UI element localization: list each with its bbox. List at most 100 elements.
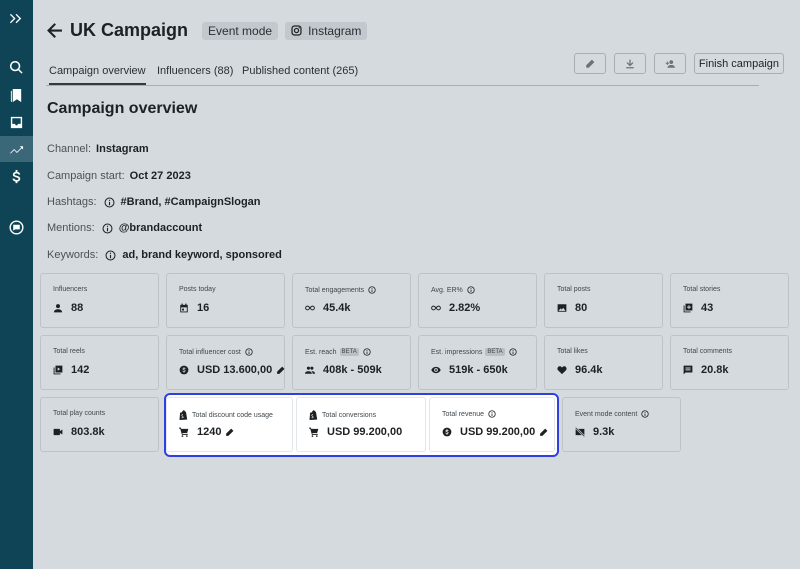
stat-card-total-revenue[interactable]: Total revenue USD 99.200,00 (429, 397, 555, 452)
stat-value: 43 (701, 302, 714, 314)
hashtags-label: Hashtags: (47, 196, 97, 208)
stat-label-row: Est. impressions BETA (431, 348, 517, 356)
tab-influencers[interactable]: Influencers (88) (157, 65, 233, 77)
channel-label: Channel: (47, 143, 92, 155)
stat-label: Total play counts (53, 410, 106, 417)
stat-value-row: 1240 (179, 426, 234, 438)
inbox-icon[interactable] (0, 109, 33, 135)
hidden-content-icon (575, 427, 585, 437)
stat-value-row: 803.8k (53, 426, 105, 438)
stories-icon (683, 303, 693, 313)
trending-campaigns-icon[interactable] (0, 136, 33, 162)
stat-value-row: 43 (683, 302, 713, 314)
info-icon[interactable] (245, 348, 253, 356)
info-icon[interactable] (363, 348, 371, 356)
stat-value: 803.8k (71, 426, 105, 438)
stat-card-avg-er[interactable]: Avg. ER% 2.82% (418, 273, 537, 328)
stat-label-row: Total revenue (442, 410, 496, 418)
stat-card-total-influencer-cost[interactable]: Total influencer cost USD 13.600,00 (166, 335, 285, 390)
stat-card-posts-today[interactable]: Posts today 16 (166, 273, 285, 328)
keywords-label: Keywords: (47, 249, 99, 261)
main-content: UK Campaign Event mode Instagram Finish … (33, 0, 800, 569)
stat-card-influencers[interactable]: Influencers 88 (40, 273, 159, 328)
stat-label: Total reels (53, 348, 85, 355)
stat-card-total-discount-code-usage[interactable]: Total discount code usage 1240 (166, 397, 293, 452)
bookmarks-icon[interactable] (0, 82, 33, 108)
campaign-start-value: Oct 27 2023 (129, 170, 191, 182)
stat-card-total-posts[interactable]: Total posts 80 (544, 273, 663, 328)
channel-value: Instagram (96, 143, 149, 155)
stat-label-row: Total engagements (305, 286, 376, 294)
stat-label: Event mode content (575, 410, 638, 418)
stat-label-row: Event mode content (575, 410, 649, 418)
info-icon[interactable] (641, 410, 649, 418)
stat-label: Total stories (683, 286, 721, 293)
stat-label: Total comments (683, 348, 733, 355)
back-arrow-icon[interactable] (46, 22, 64, 40)
dollar-icon[interactable] (0, 163, 33, 189)
channel-row: Channel: Instagram (47, 143, 149, 155)
eye-icon (431, 366, 441, 374)
mentions-label: Mentions: (47, 222, 95, 234)
info-icon[interactable] (102, 223, 113, 234)
mentions-row: Mentions: @brandaccount (47, 222, 202, 234)
keywords-value: ad, brand keyword, sponsored (122, 249, 282, 261)
stat-card-total-conversions[interactable]: Total conversions USD 99.200,00 (296, 397, 426, 452)
stat-card-total-engagements[interactable]: Total engagements 45.4k (292, 273, 411, 328)
shopify-icon (309, 410, 318, 420)
money-icon (179, 365, 189, 375)
tab-bar: Campaign overview Influencers (88) Publi… (46, 62, 759, 86)
stat-card-total-stories[interactable]: Total stories 43 (670, 273, 789, 328)
campaign-start-label: Campaign start: (47, 170, 125, 182)
sidebar (0, 0, 33, 569)
stat-value: 408k - 509k (323, 364, 382, 376)
stat-card-est-reach[interactable]: Est. reach BETA 408k - 509k (292, 335, 411, 390)
stat-card-total-likes[interactable]: Total likes 96.4k (544, 335, 663, 390)
tab-campaign-overview[interactable]: Campaign overview (49, 65, 146, 85)
people-icon (305, 366, 315, 374)
pencil-icon[interactable] (539, 428, 548, 437)
info-icon[interactable] (105, 250, 116, 261)
expand-sidebar-icon[interactable] (0, 5, 33, 31)
info-icon[interactable] (467, 286, 475, 294)
pencil-icon[interactable] (225, 428, 234, 437)
tab-published-content[interactable]: Published content (265) (242, 65, 358, 77)
beta-badge: BETA (485, 348, 505, 356)
shopify-icon (179, 410, 188, 420)
stat-card-total-reels[interactable]: Total reels 142 (40, 335, 159, 390)
stat-value-row: 80 (557, 302, 587, 314)
keywords-row: Keywords: ad, brand keyword, sponsored (47, 249, 282, 261)
hashtags-row: Hashtags: #Brand, #CampaignSlogan (47, 196, 261, 208)
page-title: UK Campaign (70, 20, 189, 40)
stat-card-event-mode-content[interactable]: Event mode content 9.3k (562, 397, 681, 452)
stat-value-row: 16 (179, 302, 209, 314)
info-icon[interactable] (508, 348, 517, 356)
cart-icon (309, 427, 319, 437)
stat-value-row: 20.8k (683, 364, 729, 376)
chat-icon[interactable] (0, 214, 33, 240)
stat-label-row: Total conversions (309, 410, 376, 420)
stat-label-row: Total discount code usage (179, 410, 273, 420)
stat-value-row: 9.3k (575, 426, 614, 438)
stat-card-total-play-counts[interactable]: Total play counts 803.8k (40, 397, 159, 452)
stat-label: Total discount code usage (192, 411, 273, 419)
campaign-start-row: Campaign start: Oct 27 2023 (47, 170, 191, 182)
event-mode-badge: Event mode (202, 21, 279, 40)
info-icon[interactable] (368, 286, 376, 294)
stat-card-est-impressions[interactable]: Est. impressions BETA 519k - 650k (418, 335, 537, 390)
info-icon[interactable] (488, 410, 496, 418)
reels-icon (53, 365, 63, 375)
stat-value-row: USD 99.200,00 (442, 426, 548, 438)
mentions-value: @brandaccount (118, 222, 203, 234)
info-icon[interactable] (104, 197, 115, 208)
pencil-icon[interactable] (276, 366, 285, 375)
infinity-icon (431, 305, 441, 311)
stat-value: 142 (71, 364, 90, 376)
stat-label: Influencers (53, 286, 88, 293)
image-icon (557, 304, 567, 312)
stat-card-total-comments[interactable]: Total comments 20.8k (670, 335, 789, 390)
stat-label: Total likes (557, 348, 588, 355)
search-icon[interactable] (0, 54, 33, 80)
stat-label: Total engagements (305, 286, 365, 294)
stat-label: Total posts (557, 286, 591, 293)
